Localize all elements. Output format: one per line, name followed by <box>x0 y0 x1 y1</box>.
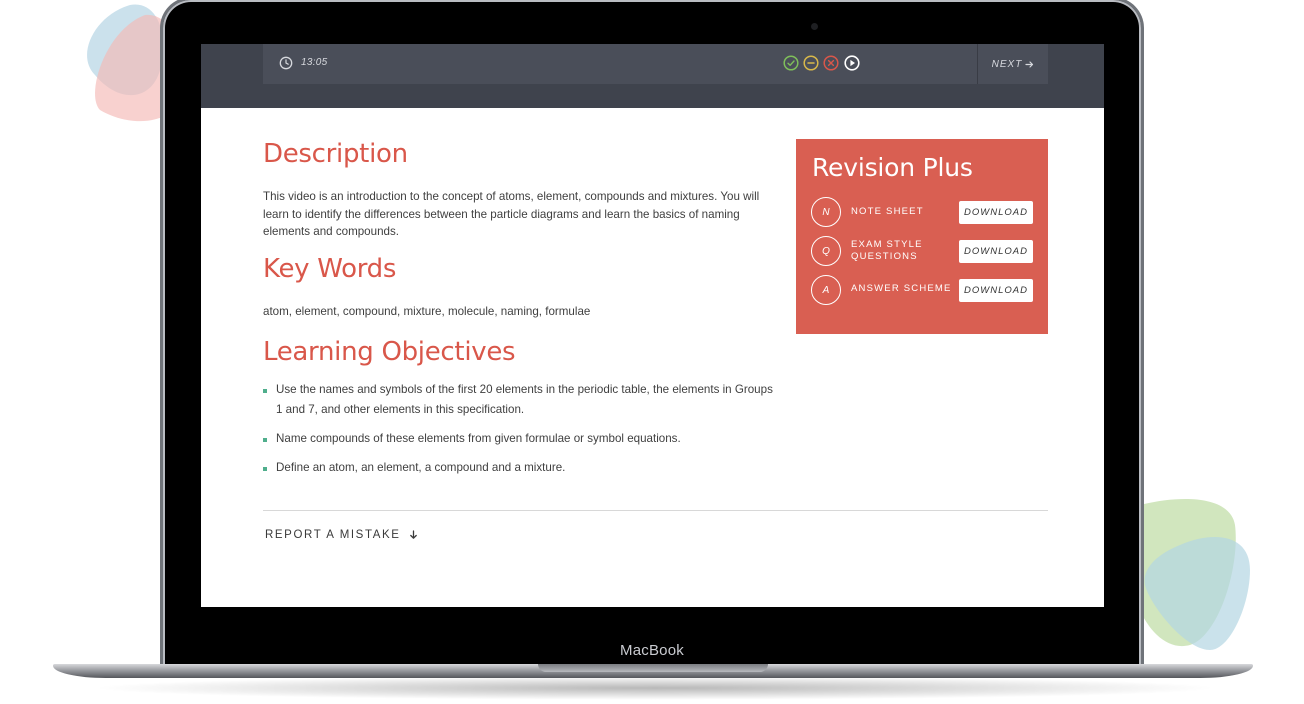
report-mistake-label: REPORT A MISTAKE <box>265 529 401 541</box>
laptop-notch <box>538 664 768 672</box>
resource-row-answer-scheme: A ANSWER SCHEME DOWNLOAD <box>811 274 1033 308</box>
video-time: 13:05 <box>301 57 328 68</box>
bullet-icon <box>263 389 267 393</box>
objective-text: Define an atom, an element, a compound a… <box>276 461 566 474</box>
bullet-icon <box>263 467 267 471</box>
decorative-blob-bottom-right <box>1125 499 1250 650</box>
resource-label: NOTE SHEET <box>851 206 924 217</box>
objective-item: Use the names and symbols of the first 2… <box>263 380 778 420</box>
content-divider <box>263 510 1048 511</box>
arrow-right-icon <box>1025 60 1034 68</box>
cross-circle-icon[interactable] <box>823 55 839 71</box>
resource-letter-badge: A <box>811 275 841 305</box>
next-button-label: NEXT <box>991 58 1023 70</box>
next-button[interactable]: NEXT <box>977 44 1048 84</box>
bullet-icon <box>263 438 267 442</box>
key-words-text: atom, element, compound, mixture, molecu… <box>263 304 591 318</box>
play-circle-icon[interactable] <box>844 55 860 71</box>
revision-plus-title: Revision Plus <box>812 153 973 182</box>
minus-circle-icon[interactable] <box>803 55 819 71</box>
revision-plus-panel: Revision Plus N NOTE SHEET DOWNLOAD Q EX… <box>796 139 1048 334</box>
download-button-answer-scheme[interactable]: DOWNLOAD <box>959 279 1033 302</box>
resource-label: EXAM STYLE QUESTIONS <box>851 239 923 262</box>
resource-letter-badge: N <box>811 197 841 227</box>
description-text: This video is an introduction to the con… <box>263 190 760 238</box>
report-mistake-link[interactable]: REPORT A MISTAKE <box>265 529 418 541</box>
description-heading: Description <box>263 139 408 169</box>
resource-label: ANSWER SCHEME <box>851 283 952 294</box>
arrow-down-icon <box>409 530 417 539</box>
objectives-list: Use the names and symbols of the first 2… <box>263 380 778 478</box>
laptop-shadow <box>90 676 1220 700</box>
download-button-note-sheet[interactable]: DOWNLOAD <box>959 201 1033 224</box>
video-player-bar: 13:05 NEXT <box>263 44 1048 84</box>
objective-text: Use the names and symbols of the first 2… <box>276 383 773 416</box>
objective-text: Name compounds of these elements from gi… <box>276 432 681 445</box>
clock-icon <box>279 56 293 70</box>
resource-row-note-sheet: N NOTE SHEET DOWNLOAD <box>811 196 1033 230</box>
objective-item: Name compounds of these elements from gi… <box>263 429 778 449</box>
key-words-heading: Key Words <box>263 253 397 284</box>
device-brand-label: MacBook <box>620 642 684 659</box>
webcam <box>811 23 818 30</box>
objective-item: Define an atom, an element, a compound a… <box>263 458 778 478</box>
screen: 13:05 NEXT Description This video is an … <box>201 44 1104 607</box>
download-button-exam-questions[interactable]: DOWNLOAD <box>959 240 1033 263</box>
resource-row-exam-questions: Q EXAM STYLE QUESTIONS DOWNLOAD <box>811 235 1033 269</box>
resource-letter-badge: Q <box>811 236 841 266</box>
learning-objectives-heading: Learning Objectives <box>263 337 516 367</box>
header-band: 13:05 NEXT <box>201 44 1104 108</box>
check-circle-icon[interactable] <box>783 55 799 71</box>
lesson-content: Description This video is an introductio… <box>263 139 778 487</box>
